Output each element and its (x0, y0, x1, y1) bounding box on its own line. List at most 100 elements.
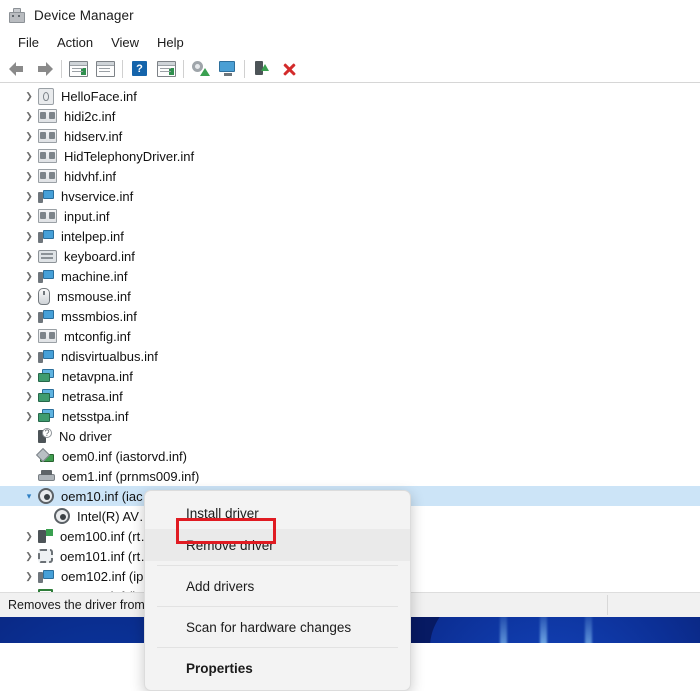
tree-row[interactable]: No driver (0, 426, 700, 446)
tree-row[interactable]: ❯ hidvhf.inf (0, 166, 700, 186)
chevron-right-icon[interactable]: ❯ (22, 151, 36, 162)
back-button[interactable] (4, 57, 31, 81)
help-button[interactable]: ? (126, 57, 153, 81)
system-device-icon (38, 229, 54, 243)
context-menu-item[interactable]: Scan for hardware changes (145, 611, 410, 643)
toolbar-separator (244, 59, 245, 78)
chevron-right-icon[interactable]: ❯ (22, 411, 36, 422)
properties-window-button[interactable] (92, 57, 119, 81)
tree-row[interactable]: ❯ HidTelephonyDriver.inf (0, 146, 700, 166)
forward-button[interactable] (31, 57, 58, 81)
chevron-right-icon[interactable]: ❯ (22, 251, 36, 262)
camera-icon (54, 508, 70, 524)
chevron-right-icon[interactable]: ❯ (22, 211, 36, 222)
tree-row-label: machine.inf (61, 268, 128, 284)
enable-device-button[interactable] (248, 57, 275, 81)
chevron-right-icon[interactable]: ❯ (22, 231, 36, 242)
chevron-right-icon[interactable]: ❯ (22, 171, 36, 182)
show-hide-console-tree-button[interactable] (65, 57, 92, 81)
tree-row[interactable]: ❯ hidi2c.inf (0, 106, 700, 126)
tree-row-label: msmouse.inf (57, 288, 131, 304)
context-menu-item-label: Install driver (186, 505, 259, 521)
chevron-right-icon[interactable]: ❯ (22, 371, 36, 382)
tree-row-label: hvservice.inf (61, 188, 134, 204)
chevron-right-icon[interactable]: ❯ (22, 331, 36, 342)
tree-row[interactable]: ❯ machine.inf (0, 266, 700, 286)
menu-item-help[interactable]: Help (148, 33, 193, 53)
chevron-right-icon[interactable]: ❯ (22, 91, 36, 102)
chevron-right-icon[interactable]: ❯ (22, 531, 36, 542)
scan-for-hardware-changes-button[interactable] (214, 57, 241, 81)
hid-device-icon (38, 329, 57, 343)
tree-row-label: HelloFace.inf (61, 88, 137, 104)
context-menu-item-label: Remove driver (186, 537, 274, 553)
tree-row[interactable]: ❯ hidserv.inf (0, 126, 700, 146)
tree-row[interactable]: oem1.inf (prnms009.inf) (0, 466, 700, 486)
chevron-right-icon[interactable]: ❯ (22, 571, 36, 582)
tree-row-label: mtconfig.inf (64, 328, 131, 344)
window-title: Device Manager (34, 7, 134, 23)
tree-row[interactable]: ❯ netrasa.inf (0, 386, 700, 406)
menu-item-view[interactable]: View (102, 33, 148, 53)
context-menu-item-label: Add drivers (186, 578, 255, 594)
properties-window-icon (96, 60, 115, 77)
help-icon: ? (132, 61, 147, 76)
tree-row[interactable]: ❯ mssmbios.inf (0, 306, 700, 326)
chevron-right-icon[interactable]: ❯ (22, 111, 36, 122)
tree-row-label: oem101.inf (rt… (60, 548, 154, 564)
tree-row-label: hidi2c.inf (64, 108, 116, 124)
storage-controller-icon (38, 450, 55, 463)
context-menu-separator (157, 647, 398, 648)
scan-for-hardware-changes-icon (218, 61, 237, 76)
properties-button[interactable] (153, 57, 180, 81)
context-menu-item[interactable]: Add drivers (145, 570, 410, 602)
context-menu[interactable]: Install driver Remove driver Add drivers Sc… (144, 490, 411, 691)
tree-row[interactable]: ❯ msmouse.inf (0, 286, 700, 306)
menu-item-file[interactable]: File (9, 33, 48, 53)
context-menu-separator (157, 565, 398, 566)
tree-row[interactable]: ❯ input.inf (0, 206, 700, 226)
chevron-right-icon[interactable]: ❯ (22, 271, 36, 282)
chevron-right-icon[interactable]: ❯ (22, 131, 36, 142)
uninstall-device-button[interactable] (275, 57, 302, 81)
tree-row[interactable]: ❯ hvservice.inf (0, 186, 700, 206)
context-menu-item[interactable]: Remove driver (145, 529, 410, 561)
back-arrow-icon (9, 61, 26, 76)
properties-icon (157, 60, 176, 77)
context-menu-item[interactable]: Properties (145, 652, 410, 684)
tree-row-label: hidvhf.inf (64, 168, 117, 184)
hid-device-icon (38, 149, 57, 163)
chevron-right-icon[interactable]: ❯ (22, 311, 36, 322)
tree-row[interactable]: ❯ intelpep.inf (0, 226, 700, 246)
forward-arrow-icon (36, 61, 53, 76)
system-device-icon (38, 269, 54, 283)
system-device-icon (38, 569, 54, 583)
tree-row[interactable]: ❯ keyboard.inf (0, 246, 700, 266)
menu-item-action[interactable]: Action (48, 33, 102, 53)
toolbar: ? (0, 55, 700, 83)
tree-row[interactable]: ❯ netsstpa.inf (0, 406, 700, 426)
chevron-down-icon[interactable]: ▾ (22, 491, 36, 502)
update-driver-button[interactable] (187, 57, 214, 81)
tree-row[interactable]: ❯ HelloFace.inf (0, 86, 700, 106)
tree-row[interactable]: ❯ ndisvirtualbus.inf (0, 346, 700, 366)
chevron-right-icon[interactable]: ❯ (22, 191, 36, 202)
tree-row-label: netsstpa.inf (62, 408, 129, 424)
toolbar-separator (61, 59, 62, 78)
tree-row[interactable]: oem0.inf (iastorvd.inf) (0, 446, 700, 466)
tree-row[interactable]: ❯ mtconfig.inf (0, 326, 700, 346)
tree-row-label: intelpep.inf (61, 228, 124, 244)
network-adapter-icon (38, 389, 55, 403)
context-menu-item[interactable]: Install driver (145, 497, 410, 529)
tree-row-label: netavpna.inf (62, 368, 133, 384)
tree-row[interactable]: ❯ netavpna.inf (0, 366, 700, 386)
chevron-right-icon[interactable]: ❯ (22, 391, 36, 402)
chevron-right-icon[interactable]: ❯ (22, 291, 36, 302)
toolbar-separator (122, 59, 123, 78)
chevron-right-icon[interactable]: ❯ (22, 551, 36, 562)
tree-row-label: Intel(R) AV… (77, 508, 152, 524)
tree-row-label: hidserv.inf (64, 128, 123, 144)
system-device-icon (38, 189, 54, 203)
context-menu-item-label: Properties (186, 660, 253, 676)
chevron-right-icon[interactable]: ❯ (22, 351, 36, 362)
